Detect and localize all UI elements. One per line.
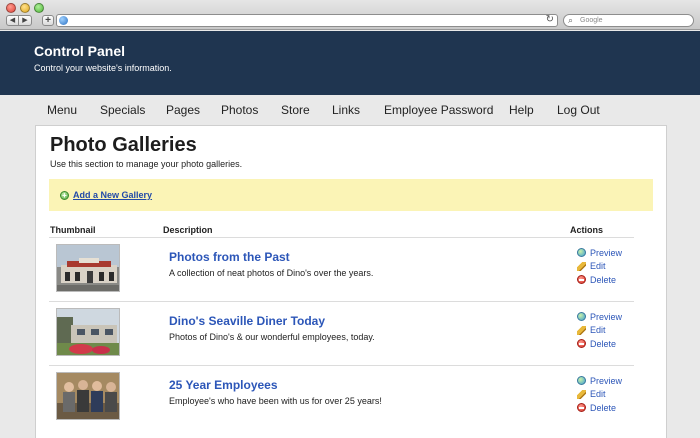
minimize-window-button[interactable] bbox=[20, 3, 30, 13]
add-gallery-link[interactable]: Add a New Gallery bbox=[73, 190, 152, 200]
column-header-actions: Actions bbox=[570, 225, 604, 235]
forward-button[interactable]: ▶ bbox=[19, 15, 32, 26]
row-actions: Preview Edit Delete bbox=[577, 310, 622, 351]
main-nav: Menu Specials Pages Photos Store Links E… bbox=[0, 95, 700, 125]
nav-item-log-out[interactable]: Log Out bbox=[557, 103, 600, 117]
search-placeholder: Google bbox=[580, 17, 603, 24]
globe-icon bbox=[59, 16, 68, 25]
page-description: Use this section to manage your photo ga… bbox=[50, 159, 243, 169]
zoom-window-button[interactable] bbox=[34, 3, 44, 13]
browser-toolbar: ◀ ▶ + ↻ ⌕ Google bbox=[0, 0, 700, 30]
add-gallery-bar: + Add a New Gallery bbox=[49, 179, 653, 211]
preview-link[interactable]: Preview bbox=[577, 246, 622, 260]
gallery-description: Photos of Dino's & our wonderful employe… bbox=[169, 332, 375, 342]
search-field[interactable]: ⌕ Google bbox=[563, 14, 694, 27]
edit-link[interactable]: Edit bbox=[577, 324, 622, 338]
back-button[interactable]: ◀ bbox=[6, 15, 19, 26]
preview-icon bbox=[577, 376, 586, 386]
gallery-title-link[interactable]: Dino's Seaville Diner Today bbox=[169, 314, 325, 328]
pencil-icon bbox=[577, 261, 586, 271]
column-header-description: Description bbox=[163, 225, 213, 235]
nav-item-specials[interactable]: Specials bbox=[100, 103, 145, 117]
preview-icon bbox=[577, 248, 586, 258]
search-icon: ⌕ bbox=[568, 15, 574, 25]
table-row: Dino's Seaville Diner Today Photos of Di… bbox=[36, 302, 666, 366]
nav-item-pages[interactable]: Pages bbox=[166, 103, 200, 117]
content-panel: Photo Galleries Use this section to mana… bbox=[35, 125, 667, 438]
table-row: 25 Year Employees Employee's who have be… bbox=[36, 366, 666, 430]
add-icon: + bbox=[60, 191, 69, 200]
gallery-description: Employee's who have been with us for ove… bbox=[169, 396, 382, 406]
delete-link[interactable]: Delete bbox=[577, 337, 622, 351]
header-subtitle: Control your website's information. bbox=[34, 63, 172, 73]
nav-item-help[interactable]: Help bbox=[509, 103, 534, 117]
edit-link[interactable]: Edit bbox=[577, 388, 622, 402]
gallery-description: A collection of neat photos of Dino's ov… bbox=[169, 268, 374, 278]
add-bookmark-button[interactable]: + bbox=[42, 15, 54, 26]
gallery-title-link[interactable]: Photos from the Past bbox=[169, 250, 290, 264]
pencil-icon bbox=[577, 325, 586, 335]
preview-link[interactable]: Preview bbox=[577, 310, 622, 324]
gallery-thumbnail[interactable] bbox=[56, 308, 120, 356]
nav-item-employee-password[interactable]: Employee Password bbox=[384, 103, 493, 117]
column-header-thumbnail: Thumbnail bbox=[50, 225, 96, 235]
nav-item-photos[interactable]: Photos bbox=[221, 103, 258, 117]
preview-link[interactable]: Preview bbox=[577, 374, 622, 388]
close-window-button[interactable] bbox=[6, 3, 16, 13]
window-controls bbox=[6, 3, 44, 13]
header-title: Control Panel bbox=[34, 43, 126, 59]
history-buttons: ◀ ▶ bbox=[6, 15, 32, 26]
delete-link[interactable]: Delete bbox=[577, 273, 622, 287]
delete-icon bbox=[577, 403, 586, 413]
edit-link[interactable]: Edit bbox=[577, 260, 622, 274]
gallery-title-link[interactable]: 25 Year Employees bbox=[169, 378, 278, 392]
delete-link[interactable]: Delete bbox=[577, 401, 622, 415]
delete-icon bbox=[577, 275, 586, 285]
row-actions: Preview Edit Delete bbox=[577, 374, 622, 415]
address-bar[interactable]: ↻ bbox=[56, 14, 558, 27]
site-header: Control Panel Control your website's inf… bbox=[0, 31, 700, 95]
nav-item-menu[interactable]: Menu bbox=[47, 103, 77, 117]
preview-icon bbox=[577, 312, 586, 322]
gallery-thumbnail[interactable] bbox=[56, 244, 120, 292]
table-row: Photos from the Past A collection of nea… bbox=[36, 238, 666, 302]
delete-icon bbox=[577, 339, 586, 349]
row-actions: Preview Edit Delete bbox=[577, 246, 622, 287]
nav-item-links[interactable]: Links bbox=[332, 103, 360, 117]
reload-icon[interactable]: ↻ bbox=[546, 14, 554, 25]
nav-item-store[interactable]: Store bbox=[281, 103, 310, 117]
page-title: Photo Galleries bbox=[50, 134, 197, 156]
gallery-thumbnail[interactable] bbox=[56, 372, 120, 420]
pencil-icon bbox=[577, 389, 586, 399]
